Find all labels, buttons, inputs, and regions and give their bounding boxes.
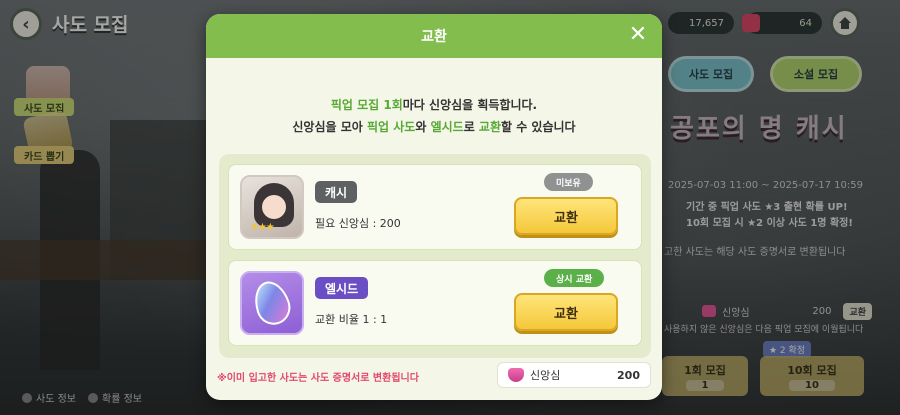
description-line-2: 신앙심을 모아 픽업 사도와 엘시드로 교환할 수 있습니다 (206, 116, 662, 138)
conversion-notice: ※이미 입고한 사도는 사도 증명서로 변환됩니다 (217, 373, 419, 384)
item-name-badge: 엘시드 (315, 277, 369, 299)
exchange-item-elcid: 엘시드 교환 비율 1 : 1 상시 교환 교환 (228, 260, 642, 346)
faith-currency-display: 신앙심 200 (497, 362, 651, 388)
exchange-button-cashy[interactable]: 교환 (514, 197, 618, 235)
item-name-badge: 캐시 (315, 181, 358, 203)
close-icon: ✕ (628, 22, 648, 47)
desc-highlight: 교환 (478, 120, 501, 134)
desc-text: 와 (415, 120, 431, 134)
owned-status-badge: 미보유 (544, 173, 593, 191)
currency-label: 신앙심 (530, 369, 561, 382)
item-ratio-info: 교환 비율 1 : 1 (315, 313, 388, 326)
item-cost-info: 필요 신앙심 : 200 (315, 217, 401, 230)
desc-text: 로 (463, 120, 479, 134)
exchange-button-elcid[interactable]: 교환 (514, 293, 618, 331)
desc-highlight: 픽업 모집 1회 (330, 98, 403, 112)
desc-highlight: 엘시드 (430, 120, 464, 134)
close-button[interactable]: ✕ (626, 23, 650, 47)
exchange-item-cashy: ★★★ 캐시 필요 신앙심 : 200 미보유 교환 (228, 164, 642, 250)
modal-header: 교환 ✕ (206, 14, 662, 58)
exchange-list: ★★★ 캐시 필요 신앙심 : 200 미보유 교환 엘시드 교환 비율 1 :… (219, 154, 651, 358)
desc-highlight: 픽업 사도 (367, 120, 416, 134)
cashy-portrait: ★★★ (240, 175, 304, 239)
exchange-modal: 교환 ✕ 픽업 모집 1회마다 신앙심을 획득합니다. 신앙심을 모아 픽업 사… (206, 14, 662, 400)
heart-icon (508, 368, 524, 382)
currency-amount: 200 (617, 368, 640, 382)
always-exchange-badge: 상시 교환 (544, 269, 605, 287)
description-line-1: 픽업 모집 1회마다 신앙심을 획득합니다. (206, 94, 662, 116)
desc-text: 할 수 있습니다 (501, 120, 576, 134)
rarity-stars-icon: ★★★ (250, 222, 275, 233)
elcid-crystal-icon (240, 271, 304, 335)
modal-description: 픽업 모집 1회마다 신앙심을 획득합니다. 신앙심을 모아 픽업 사도와 엘시… (206, 94, 662, 138)
desc-text: 신앙심을 모아 (292, 120, 367, 134)
desc-text: 마다 신앙심을 획득합니다. (402, 98, 538, 112)
modal-title: 교환 (421, 29, 447, 45)
